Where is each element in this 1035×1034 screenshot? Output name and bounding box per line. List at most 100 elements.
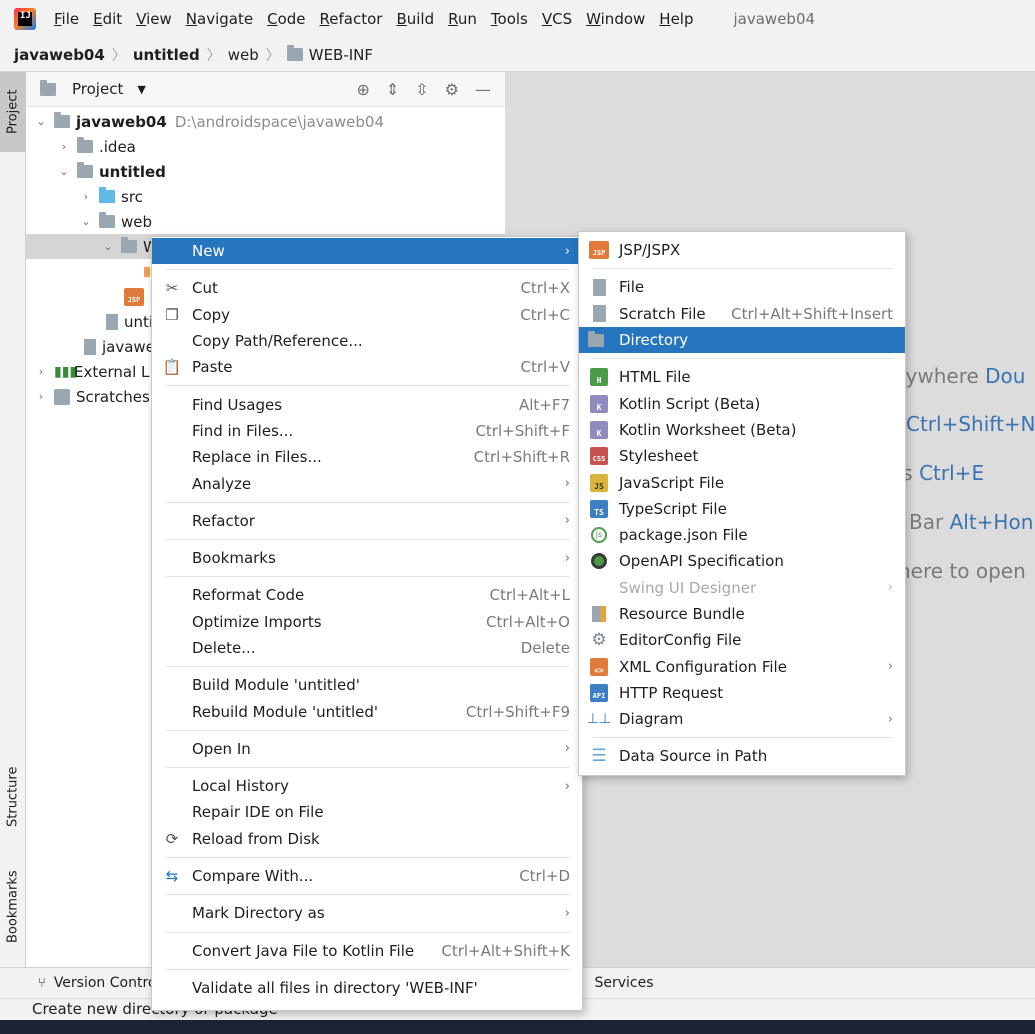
chevron-down-icon[interactable]: ▼	[137, 83, 145, 96]
submenu-item-label: Resource Bundle	[619, 605, 745, 623]
tree-item-src[interactable]: › src	[26, 184, 505, 209]
menu-item-repair-ide[interactable]: Repair IDE on File	[152, 799, 582, 825]
submenu-item-xml-configuration[interactable]: <> XML Configuration File ›	[579, 653, 905, 679]
submenu-item-stylesheet[interactable]: CSS Stylesheet	[579, 443, 905, 469]
submenu-item-data-source[interactable]: ☰ Data Source in Path	[579, 743, 905, 769]
chevron-right-icon: ›	[564, 778, 570, 794]
menu-item-find-in-files[interactable]: Find in Files... Ctrl+Shift+F	[152, 418, 582, 444]
menu-item-rebuild-module[interactable]: Rebuild Module 'untitled' Ctrl+Shift+F9	[152, 698, 582, 724]
menu-item-bookmarks[interactable]: Bookmarks ›	[152, 545, 582, 571]
submenu-item-jsp[interactable]: JSP JSP/JSPX	[579, 237, 905, 263]
menu-item-shortcut: Ctrl+X	[520, 279, 570, 298]
menu-tools[interactable]: Tools	[491, 10, 528, 28]
menu-item-validate[interactable]: Validate all files in directory 'WEB-INF…	[152, 975, 582, 1001]
menu-edit[interactable]: Edit	[93, 10, 122, 28]
menu-item-copy[interactable]: ❐ Copy Ctrl+C	[152, 302, 582, 328]
chevron-right-icon[interactable]: ›	[34, 365, 48, 378]
tree-item-web[interactable]: ⌄ web	[26, 209, 505, 234]
hint-navigation-bar: n Bar Alt+Hon	[890, 510, 1033, 534]
menu-item-open-in[interactable]: Open In ›	[152, 736, 582, 762]
menu-navigate[interactable]: Navigate	[186, 10, 253, 28]
menu-help[interactable]: Help	[659, 10, 693, 28]
menu-window[interactable]: Window	[586, 10, 645, 28]
submenu-item-kotlin-script[interactable]: K Kotlin Script (Beta)	[579, 390, 905, 416]
hint-key: Ctrl+E	[919, 461, 985, 485]
menu-view[interactable]: View	[136, 10, 172, 28]
submenu-item-editorconfig[interactable]: ⚙ EditorConfig File	[579, 627, 905, 653]
bookmarks-tool-tab[interactable]: Bookmarks	[0, 857, 26, 957]
menu-item-mark-directory[interactable]: Mark Directory as ›	[152, 900, 582, 926]
chevron-right-icon[interactable]: ›	[57, 140, 71, 153]
menu-item-paste[interactable]: 📋 Paste Ctrl+V	[152, 354, 582, 380]
chevron-down-icon[interactable]: ⌄	[57, 165, 71, 178]
xml-file-icon: <>	[590, 657, 608, 676]
chevron-down-icon[interactable]: ⌄	[79, 215, 93, 228]
menu-item-reformat-code[interactable]: Reformat Code Ctrl+Alt+L	[152, 582, 582, 608]
menu-item-analyze[interactable]: Analyze ›	[152, 470, 582, 496]
library-icon: ▮▮▮	[54, 363, 78, 380]
kotlin-script-icon: K	[590, 394, 608, 413]
hint-drop-files: here to open	[898, 559, 1026, 583]
submenu-item-openapi[interactable]: OpenAPI Specification	[579, 548, 905, 574]
menu-item-compare-with[interactable]: ⇆ Compare With... Ctrl+D	[152, 863, 582, 889]
submenu-item-resource-bundle[interactable]: Resource Bundle	[579, 601, 905, 627]
menu-code[interactable]: Code	[267, 10, 305, 28]
submenu-item-package-json[interactable]: js package.json File	[579, 522, 905, 548]
gear-icon[interactable]: ⚙	[445, 80, 459, 99]
tree-item-untitled[interactable]: ⌄ untitled	[26, 159, 505, 184]
menu-refactor[interactable]: Refactor	[320, 10, 383, 28]
menu-item-label: Analyze	[192, 474, 252, 493]
menu-item-cut[interactable]: ✂ Cut Ctrl+X	[152, 275, 582, 301]
hide-icon[interactable]: —	[475, 80, 491, 99]
structure-tool-tab[interactable]: Structure	[0, 752, 26, 842]
resource-bundle-icon	[592, 606, 606, 622]
menu-item-find-usages[interactable]: Find Usages Alt+F7	[152, 391, 582, 417]
menu-item-copy-path[interactable]: Copy Path/Reference...	[152, 328, 582, 354]
submenu-item-diagram[interactable]: ⊥⊥ Diagram ›	[579, 706, 905, 732]
services-tab[interactable]: Services	[594, 975, 653, 991]
menu-item-optimize-imports[interactable]: Optimize Imports Ctrl+Alt+O	[152, 609, 582, 635]
chevron-down-icon[interactable]: ⌄	[34, 115, 48, 128]
submenu-item-directory[interactable]: Directory	[579, 326, 905, 354]
breadcrumb-untitled[interactable]: untitled	[133, 46, 200, 64]
menu-item-label: Cut	[192, 279, 218, 298]
menu-item-refactor[interactable]: Refactor ›	[152, 508, 582, 534]
module-folder-icon	[54, 112, 70, 128]
breadcrumb-web[interactable]: web	[228, 46, 259, 64]
menu-file[interactable]: File	[54, 10, 79, 28]
submenu-item-scratch-file[interactable]: Scratch File Ctrl+Alt+Shift+Insert	[579, 301, 905, 327]
submenu-item-html[interactable]: H HTML File	[579, 364, 905, 390]
chevron-down-icon[interactable]: ⌄	[101, 240, 115, 253]
menu-item-build-module[interactable]: Build Module 'untitled'	[152, 672, 582, 698]
breadcrumb-web-inf[interactable]: WEB-INF	[309, 46, 373, 64]
project-tool-tab[interactable]: Project	[0, 72, 26, 152]
expand-all-icon[interactable]: ⇕	[386, 80, 399, 99]
breadcrumb-javaweb04[interactable]: javaweb04	[14, 46, 105, 64]
submenu-item-kotlin-worksheet[interactable]: K Kotlin Worksheet (Beta)	[579, 417, 905, 443]
version-control-tab[interactable]: Version Contro	[54, 975, 157, 991]
project-panel-title[interactable]: Project	[72, 80, 123, 98]
menu-item-delete[interactable]: Delete... Delete	[152, 635, 582, 661]
submenu-item-swing-ui-designer[interactable]: Swing UI Designer ›	[579, 575, 905, 601]
menu-build[interactable]: Build	[396, 10, 434, 28]
reload-icon: ⟳	[165, 829, 179, 848]
locate-icon[interactable]: ⊕	[356, 80, 369, 99]
submenu-item-file[interactable]: File	[579, 274, 905, 300]
tree-item-javaweb04[interactable]: ⌄ javaweb04 D:\androidspace\javaweb04	[26, 109, 505, 134]
new-submenu: JSP JSP/JSPX File Scratch File Ctrl+Alt+…	[578, 231, 906, 776]
menu-item-label: Validate all files in directory 'WEB-INF…	[192, 978, 478, 997]
collapse-all-icon[interactable]: ⇳	[415, 80, 428, 99]
menu-item-convert-java-to-kotlin[interactable]: Convert Java File to Kotlin File Ctrl+Al…	[152, 938, 582, 964]
chevron-right-icon[interactable]: ›	[79, 190, 93, 203]
menu-item-new[interactable]: New ›	[152, 238, 582, 265]
submenu-item-http-request[interactable]: API HTTP Request	[579, 680, 905, 706]
submenu-item-javascript[interactable]: JS JavaScript File	[579, 469, 905, 495]
menu-item-reload-from-disk[interactable]: ⟳ Reload from Disk	[152, 826, 582, 852]
chevron-right-icon[interactable]: ›	[34, 390, 48, 403]
tree-item-idea[interactable]: › .idea	[26, 134, 505, 159]
submenu-item-typescript[interactable]: TS TypeScript File	[579, 496, 905, 522]
menu-run[interactable]: Run	[448, 10, 477, 28]
menu-item-local-history[interactable]: Local History ›	[152, 773, 582, 799]
menu-item-replace-in-files[interactable]: Replace in Files... Ctrl+Shift+R	[152, 444, 582, 470]
menu-vcs[interactable]: VCS	[542, 10, 572, 28]
